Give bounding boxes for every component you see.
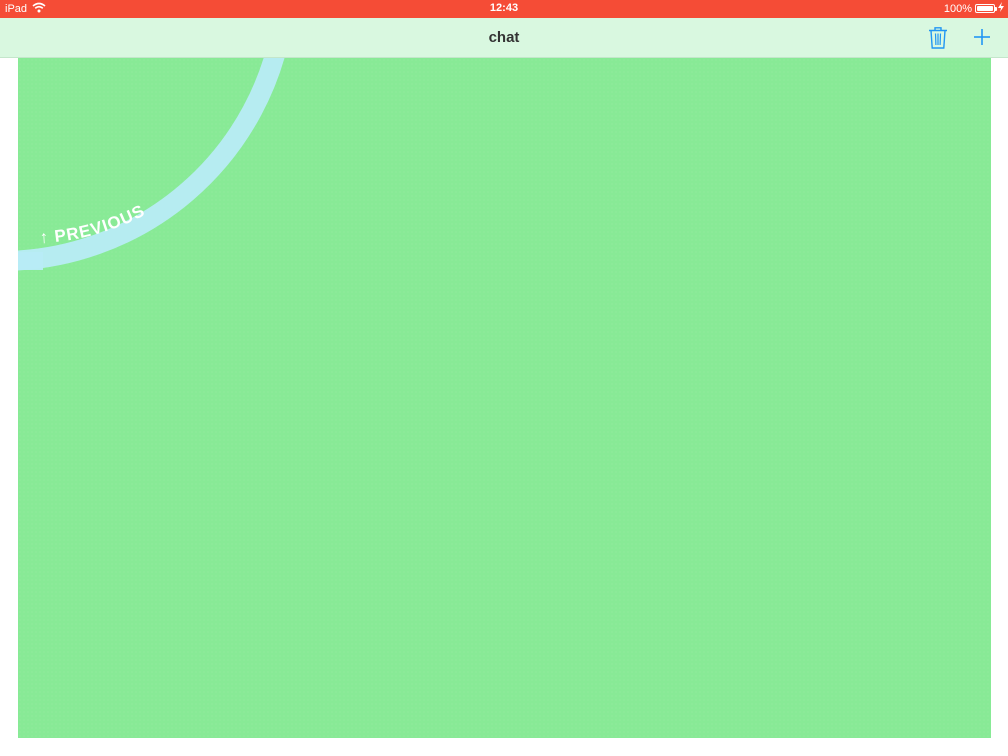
battery-icon	[975, 4, 997, 13]
chat-canvas[interactable]: ↑ PREVIOUS	[18, 58, 991, 738]
delete-button[interactable]	[925, 24, 951, 50]
status-time: 12:43	[489, 2, 519, 14]
previous-arc-tab	[18, 252, 43, 270]
add-button[interactable]	[969, 24, 995, 50]
status-right: 100%	[944, 2, 1004, 15]
navigation-bar: chat	[0, 18, 1008, 58]
trash-icon	[929, 27, 947, 49]
bolt-icon	[998, 2, 1004, 15]
battery-level	[977, 6, 993, 11]
plus-icon	[974, 29, 990, 45]
status-bar: iPad 12:43 100%	[0, 0, 1008, 18]
screen: iPad 12:43 100% chat ↑ PREVIOUS	[0, 0, 1008, 756]
nav-title: chat	[488, 29, 520, 46]
battery-nub	[995, 7, 997, 11]
battery-percent: 100%	[943, 2, 972, 15]
previous-arc[interactable]: ↑ PREVIOUS	[18, 58, 340, 378]
